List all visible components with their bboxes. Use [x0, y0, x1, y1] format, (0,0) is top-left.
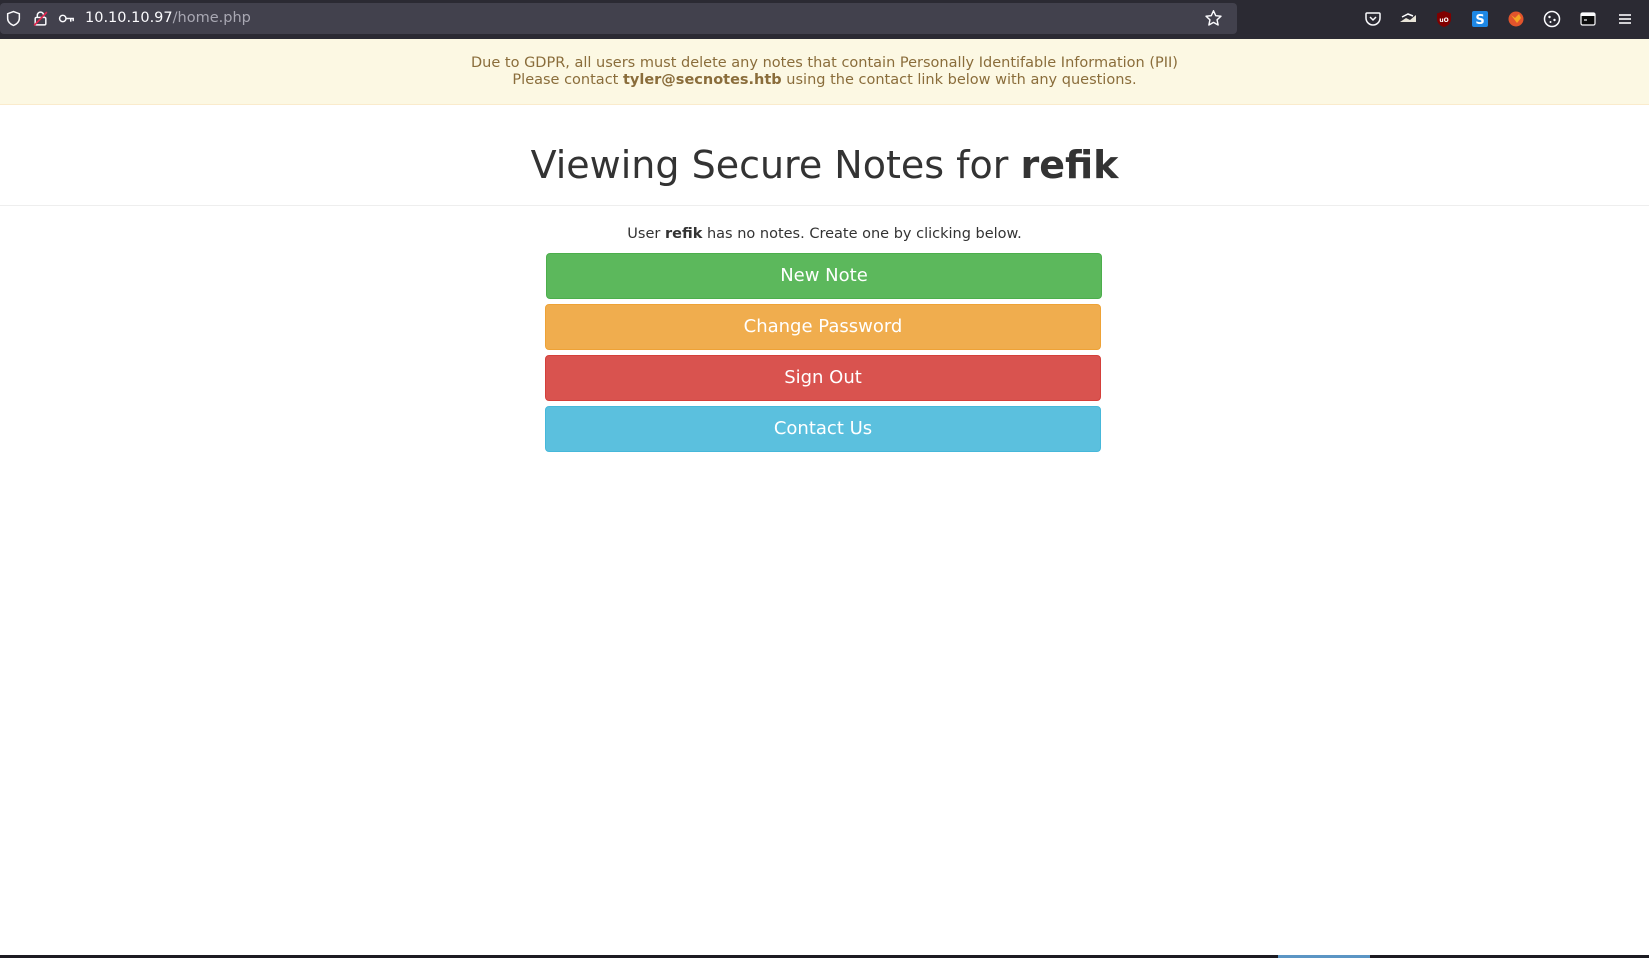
alert-line-2-suffix: using the contact link below with any qu…: [781, 72, 1137, 88]
info-username: refik: [664, 226, 703, 242]
pocket-icon[interactable]: [1363, 9, 1383, 29]
svg-text:uO: uO: [1439, 17, 1448, 24]
page-title-prefix: Viewing Secure Notes for: [530, 143, 1021, 187]
url-path: /home.php: [172, 10, 251, 26]
browser-toolbar: 10.10.10.97/home.php uO S: [0, 0, 1649, 39]
change-password-button[interactable]: Change Password: [545, 304, 1101, 350]
terminal-icon[interactable]: [1578, 9, 1598, 29]
new-note-button[interactable]: New Note: [546, 253, 1102, 299]
gdpr-alert: Due to GDPR, all users must delete any n…: [0, 39, 1649, 105]
sign-out-button[interactable]: Sign Out: [545, 355, 1101, 401]
alert-line-2-prefix: Please contact: [512, 72, 623, 88]
shield-icon[interactable]: [5, 10, 22, 27]
info-prefix: User: [627, 226, 665, 242]
divider: [0, 205, 1649, 206]
fox-extension-icon[interactable]: [1506, 9, 1526, 29]
url-text[interactable]: 10.10.10.97/home.php: [85, 3, 251, 34]
lock-icon[interactable]: [32, 10, 49, 27]
address-bar[interactable]: 10.10.10.97/home.php: [0, 3, 1237, 34]
no-notes-message: User refik has no notes. Create one by c…: [0, 224, 1649, 244]
alert-line-2: Please contact tyler@secnotes.htb using …: [0, 72, 1649, 89]
svg-text:S: S: [1475, 13, 1484, 28]
ublock-icon[interactable]: uO: [1434, 9, 1454, 29]
bookmark-star-icon[interactable]: [1204, 9, 1223, 28]
info-suffix: has no notes. Create one by clicking bel…: [702, 226, 1022, 242]
key-icon[interactable]: [58, 10, 75, 27]
contact-email: tyler@secnotes.htb: [622, 72, 782, 88]
s-extension-icon[interactable]: S: [1470, 9, 1490, 29]
page-title: Viewing Secure Notes for refik: [0, 140, 1649, 190]
menu-icon[interactable]: [1615, 9, 1635, 29]
alert-line-1: Due to GDPR, all users must delete any n…: [471, 55, 1178, 71]
page-title-username: refik: [1020, 143, 1119, 187]
extension-icon[interactable]: [1398, 9, 1418, 29]
cookie-icon[interactable]: [1542, 9, 1562, 29]
contact-us-button[interactable]: Contact Us: [545, 406, 1101, 452]
url-host: 10.10.10.97: [85, 10, 173, 26]
